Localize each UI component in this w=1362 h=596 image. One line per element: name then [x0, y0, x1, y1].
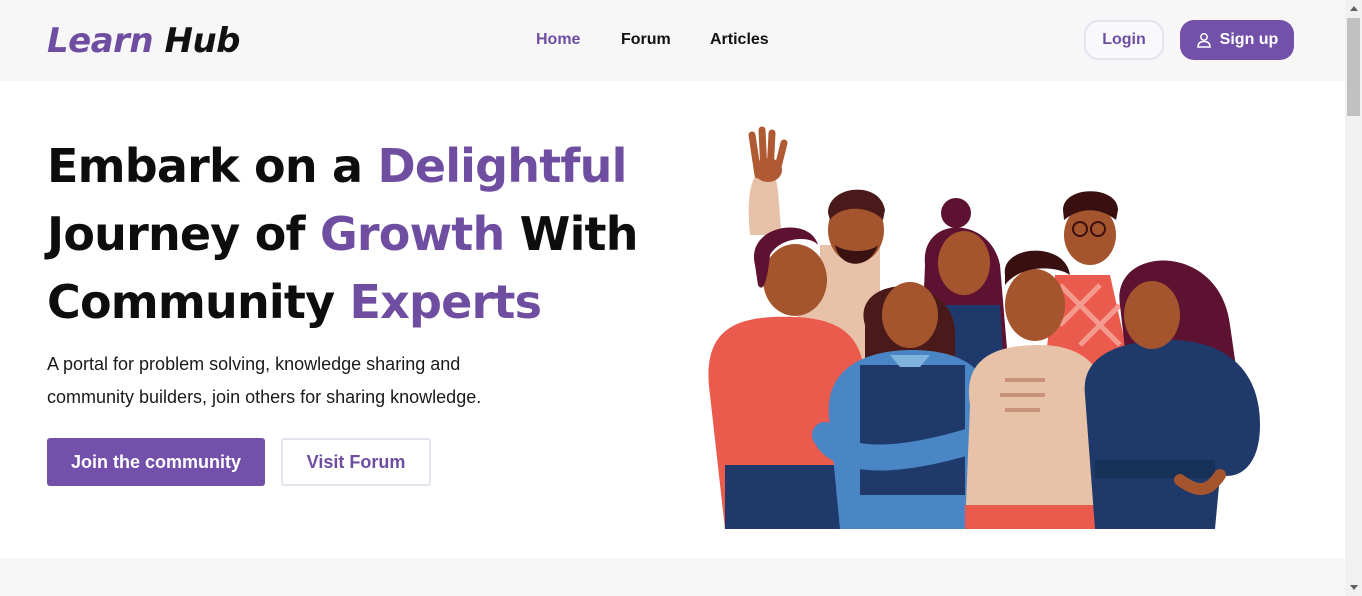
- man-glasses-figure: [1045, 191, 1130, 365]
- login-button[interactable]: Login: [1084, 20, 1164, 60]
- hero-subtitle-line: A portal for problem solving, knowledge …: [47, 354, 461, 374]
- signup-button-label: Sign up: [1219, 31, 1279, 48]
- hero-text: Embark on a: [47, 139, 378, 193]
- hero-headline-line2: Journey of Growth With: [47, 207, 638, 261]
- hero-headline: Embark on a Delightful Journey of Growth…: [47, 132, 647, 336]
- scroll-down-arrow-icon[interactable]: [1345, 579, 1362, 596]
- bearded-man-figure: [820, 189, 885, 285]
- hero-text: Community: [47, 275, 350, 329]
- next-section-band: [0, 558, 1345, 596]
- hero-text: With: [504, 207, 639, 261]
- hero-accent-word: Growth: [319, 207, 505, 261]
- signup-button[interactable]: Sign up: [1180, 20, 1294, 60]
- visit-forum-label: Visit Forum: [306, 451, 406, 472]
- login-button-label: Login: [1102, 31, 1146, 48]
- nav-link-articles[interactable]: Articles: [710, 30, 769, 50]
- scroll-up-arrow-icon[interactable]: [1345, 0, 1362, 17]
- community-people-illustration: [708, 126, 1260, 529]
- hero-accent-word: Delightful: [377, 139, 627, 193]
- page: Learn Hub Home Forum Articles Login Sign…: [0, 0, 1362, 596]
- join-community-button[interactable]: Join the community: [47, 438, 265, 486]
- hero-subtitle-line: community builders, join others for shar…: [47, 387, 482, 407]
- nav-link-forum[interactable]: Forum: [621, 30, 671, 50]
- scrollbar-thumb[interactable]: [1347, 18, 1360, 116]
- hero-headline-line1: Embark on a Delightful: [47, 139, 627, 193]
- hero-text: Journey of: [47, 207, 320, 261]
- user-icon: [1196, 33, 1211, 48]
- vertical-scrollbar[interactable]: [1345, 0, 1362, 596]
- join-community-label: Join the community: [70, 451, 241, 472]
- navbar: Learn Hub Home Forum Articles Login Sign…: [0, 0, 1345, 81]
- hero-headline-line3: Community Experts: [47, 275, 542, 329]
- visit-forum-button[interactable]: Visit Forum: [281, 438, 431, 486]
- nav-link-home[interactable]: Home: [536, 30, 580, 50]
- hero-subtitle: A portal for problem solving, knowledge …: [47, 348, 517, 414]
- hero-accent-word: Experts: [349, 275, 542, 329]
